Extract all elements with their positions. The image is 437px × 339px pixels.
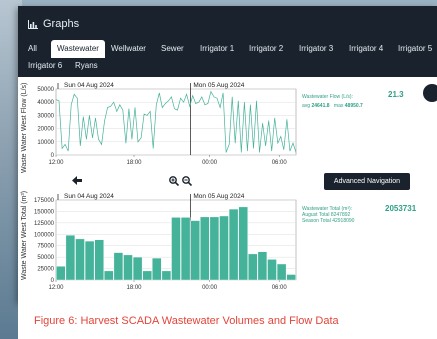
total-current-value: 2053731 <box>385 204 417 213</box>
total-bar <box>219 215 229 281</box>
total-bar <box>75 238 85 281</box>
total-ytick-label: 100000 <box>34 232 55 238</box>
total-xtick-label: 18:00 <box>126 285 142 291</box>
flow-max-text: max <box>333 103 344 109</box>
flow-readout-stats: avg 24641.8 max 48950.7 <box>302 103 363 109</box>
graphs-panel: Graphs All Wastewater Wellwater Sewer Ir… <box>18 6 437 302</box>
options-circle-icon[interactable] <box>423 84 437 102</box>
panel-title: Graphs <box>28 18 79 30</box>
panel-header: Graphs All Wastewater Wellwater Sewer Ir… <box>18 6 437 77</box>
flow-ytick-label: 30000 <box>37 113 54 119</box>
tab-all[interactable]: All <box>28 40 37 58</box>
total-ytick-label: 150000 <box>34 209 55 215</box>
flow-avg-text: avg <box>302 103 311 109</box>
total-bar <box>104 270 114 281</box>
tab-irrigator-5[interactable]: Irrigator 5 <box>398 40 432 58</box>
flow-xtick-label: 12:00 <box>48 160 64 166</box>
total-chart[interactable]: 0 25000 50000 75000 100000 125000 150000 175000… <box>18 188 308 295</box>
total-bar <box>171 217 181 281</box>
tab-ryans[interactable]: Ryans <box>75 57 98 75</box>
total-bar <box>286 274 296 281</box>
total-bar <box>190 220 200 281</box>
total-bar <box>84 240 95 281</box>
zoom-in-icon[interactable] <box>169 176 179 186</box>
total-ytick-label: 25000 <box>37 267 54 273</box>
total-ytick-label: 0 <box>51 278 55 284</box>
total-xtick-label: 12:00 <box>48 285 64 291</box>
flow-current-value: 21.3 <box>388 90 404 99</box>
total-ytick-label: 175000 <box>34 198 55 204</box>
flow-avg-value: 24641.8 <box>311 103 330 109</box>
total-xtick-label: 06:00 <box>272 285 288 291</box>
total-bar <box>238 206 248 281</box>
tab-irrigator-4[interactable]: Irrigator 4 <box>349 40 383 58</box>
total-bar <box>123 254 133 281</box>
total-bar <box>180 217 191 281</box>
total-bar <box>161 270 172 281</box>
total-bar <box>276 263 287 281</box>
figure-caption: Figure 6: Harvest SCADA Wastewater Volum… <box>18 302 437 339</box>
total-bar <box>152 257 162 281</box>
total-bar <box>248 253 258 281</box>
total-xtick-label: 00:00 <box>202 285 218 291</box>
total-date-label: Sun 04 Aug 2024 <box>64 193 114 200</box>
total-bar <box>257 251 268 281</box>
tab-wastewater[interactable]: Wastewater <box>51 40 105 58</box>
total-ytick-label: 125000 <box>34 221 55 227</box>
flow-xtick-label: 18:00 <box>126 160 142 166</box>
tab-irrigator-6[interactable]: Irrigator 6 <box>28 57 62 75</box>
total-bar <box>142 270 152 281</box>
total-bar <box>94 239 104 281</box>
tab-irrigator-1[interactable]: Irrigator 1 <box>200 40 234 58</box>
tab-wellwater[interactable]: Wellwater <box>111 40 146 58</box>
flow-ytick-label: 10000 <box>37 140 54 146</box>
total-bar <box>228 208 239 281</box>
total-bar <box>132 256 143 281</box>
panel-title-text: Graphs <box>43 18 80 30</box>
flow-chart[interactable]: 0 10000 20000 30000 40000 50000 12:00 18:00 00:0… <box>18 77 308 169</box>
total-bar <box>113 252 124 281</box>
total-bar <box>65 235 76 281</box>
flow-ytick-label: 0 <box>51 153 55 159</box>
flow-date-label: Mon 05 Aug 2024 <box>193 82 244 89</box>
flow-ytick-label: 50000 <box>37 87 54 93</box>
total-bar <box>267 259 277 281</box>
tab-irrigator-2[interactable]: Irrigator 2 <box>249 40 283 58</box>
flow-ytick-label: 20000 <box>37 127 54 133</box>
total-ytick-label: 75000 <box>37 244 54 250</box>
total-bar <box>56 266 66 281</box>
caption-text: Figure 6: Harvest SCADA Wastewater Volum… <box>34 315 339 327</box>
zoom-out-icon[interactable] <box>182 176 192 186</box>
arrow-left-icon[interactable] <box>72 176 82 185</box>
advanced-navigation-button[interactable]: Advanced Navigation <box>324 173 410 190</box>
total-date-label: Mon 05 Aug 2024 <box>193 193 244 200</box>
total-readout-season: Season Total 42918090 <box>302 218 355 224</box>
chart-area: Waste Water West Flow (L/s) Waste Water … <box>18 77 437 302</box>
flow-date-label: Sun 04 Aug 2024 <box>64 82 114 89</box>
flow-ytick-label: 40000 <box>37 100 54 106</box>
flow-readout-label: Wastewater Flow (L/s): <box>302 94 353 100</box>
flow-xtick-label: 06:00 <box>272 160 288 166</box>
bar-chart-icon <box>28 19 38 29</box>
tab-irrigator-3[interactable]: Irrigator 3 <box>299 40 333 58</box>
flow-max-value: 48950.7 <box>344 103 363 109</box>
total-ytick-label: 50000 <box>37 255 54 261</box>
total-bar <box>209 216 220 281</box>
tab-sewer[interactable]: Sewer <box>161 40 184 58</box>
total-bar <box>200 216 210 281</box>
flow-xtick-label: 00:00 <box>202 160 218 166</box>
